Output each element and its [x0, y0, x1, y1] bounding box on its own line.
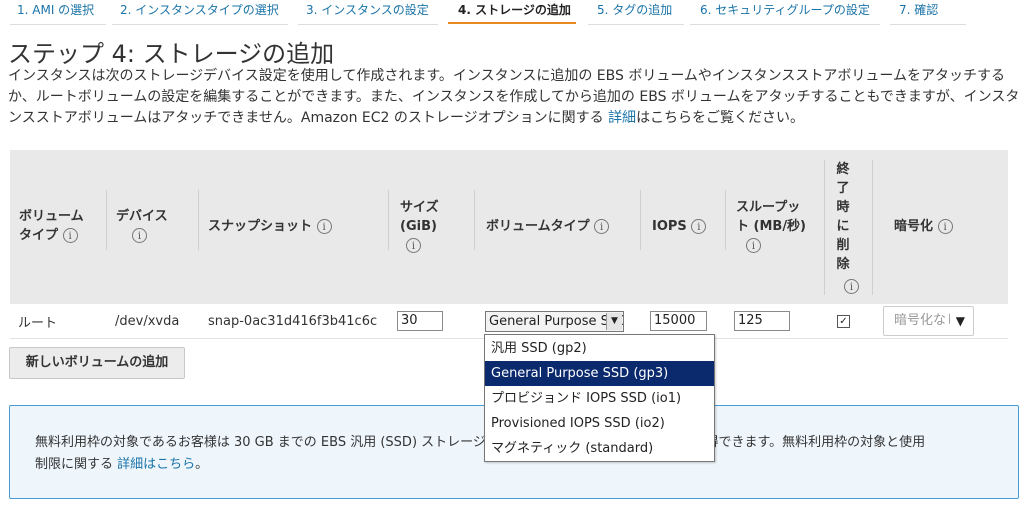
info-text-suffix: 。: [195, 457, 209, 472]
header-volume-kind: ボリュームタイプ i: [486, 217, 610, 236]
encryption-select[interactable]: 暗号化なし ▼: [883, 306, 974, 336]
tab-review[interactable]: 7. 確認: [899, 0, 938, 24]
storage-table-header: ボリューム タイプ i デバイス i スナップショット i サイズ (GiB) …: [10, 150, 1008, 304]
info-icon[interactable]: i: [594, 219, 610, 234]
header-delete-char: に: [836, 219, 850, 234]
header-volume-type-line1: ボリューム: [19, 209, 84, 224]
tab-ami[interactable]: 1. AMI の選択: [17, 0, 94, 24]
header-device: デバイス i: [116, 207, 168, 245]
encryption-select-value: 暗号化なし: [894, 313, 950, 328]
select-arrow-icon[interactable]: ▼: [606, 313, 622, 330]
size-input[interactable]: 30: [397, 311, 443, 331]
header-size: サイズ (GiB) i: [400, 198, 439, 255]
header-snapshot-label: スナップショット: [208, 219, 313, 234]
header-throughput-line1: スループッ: [736, 200, 801, 215]
throughput-input[interactable]: 125: [734, 311, 790, 331]
wizard-tabs: 1. AMI の選択 2. インスタンスタイプの選択 3. インスタンスの設定 …: [0, 0, 1030, 26]
info-icon[interactable]: i: [746, 238, 761, 253]
tab-instance-config[interactable]: 3. インスタンスの設定: [306, 0, 429, 24]
option-gp2[interactable]: 汎用 SSD (gp2): [485, 336, 714, 361]
tab-underline: [890, 24, 966, 25]
header-delete-char: 除: [836, 257, 850, 272]
header-size-line1: サイズ: [400, 200, 439, 215]
description-suffix: はこちらをご覧ください。: [636, 110, 805, 126]
header-throughput-line2: ト (MB/秒): [736, 219, 807, 234]
tab-instance-type[interactable]: 2. インスタンスタイプの選択: [120, 0, 279, 24]
page-title: ステップ 4: ストレージの追加: [8, 40, 335, 68]
tab-storage[interactable]: 4. ストレージの追加: [448, 0, 576, 24]
tab-security-group[interactable]: 6. セキュリティグループの設定: [700, 0, 870, 24]
header-volume-type: ボリューム タイプ i: [19, 207, 84, 245]
details-link[interactable]: 詳細: [608, 110, 636, 126]
option-io1[interactable]: プロビジョンド IOPS SSD (io1): [485, 386, 714, 411]
tab-underline: [10, 24, 106, 25]
learn-more-link[interactable]: 詳細はこちら: [117, 457, 195, 472]
header-delete-char: 終: [836, 162, 850, 177]
info-text-line2: 制限に関する: [35, 457, 118, 472]
info-icon[interactable]: i: [844, 279, 859, 294]
column-divider: [198, 190, 199, 250]
description-text: インスタンスは次のストレージデバイス設定を使用して作成されます。インスタンスに追…: [8, 68, 1020, 126]
info-icon[interactable]: i: [691, 219, 707, 234]
header-delete-char: 削: [836, 238, 850, 253]
header-throughput: スループッ ト (MB/秒) i: [736, 198, 806, 255]
cell-device: /dev/xvda: [115, 314, 180, 329]
option-standard[interactable]: マグネティック (standard): [485, 436, 714, 461]
header-size-line2: (GiB): [400, 219, 437, 234]
column-divider: [640, 190, 641, 250]
info-icon[interactable]: i: [937, 219, 953, 234]
volume-type-select-value: General Purpose SSD (gp3): [489, 314, 623, 329]
iops-input[interactable]: 15000: [650, 311, 707, 331]
info-icon[interactable]: i: [62, 228, 78, 243]
column-divider: [388, 190, 389, 250]
option-io2[interactable]: Provisioned IOPS SSD (io2): [485, 411, 714, 436]
header-iops-label: IOPS: [652, 219, 687, 234]
header-delete-char: 了: [836, 181, 850, 196]
header-snapshot: スナップショット i: [208, 217, 332, 236]
header-volume-kind-label: ボリュームタイプ: [486, 219, 590, 234]
column-divider: [725, 190, 726, 250]
page-description: インスタンスは次のストレージデバイス設定を使用して作成されます。インスタンスに追…: [8, 66, 1026, 129]
info-icon[interactable]: i: [406, 238, 421, 253]
add-volume-button[interactable]: 新しいボリュームの追加: [9, 347, 185, 379]
cell-volume-type: ルート: [18, 316, 58, 331]
info-icon[interactable]: i: [316, 219, 332, 234]
delete-info: i: [844, 276, 859, 295]
tab-underline: [298, 24, 438, 25]
header-delete-on-termination: 終 了 時 に 削 除: [836, 160, 850, 274]
tab-underline: [588, 24, 684, 25]
header-encryption: 暗号化 i: [894, 217, 953, 236]
volume-type-select[interactable]: General Purpose SSD (gp3) ▼: [485, 311, 624, 332]
tab-underline: [112, 24, 288, 25]
column-divider: [106, 190, 107, 250]
info-text-line1: 無料利用枠の対象であるお客様は 30 GB までの EBS 汎用 (SSD) ス…: [35, 435, 926, 450]
header-encryption-label: 暗号化: [894, 219, 934, 234]
header-iops: IOPS i: [652, 217, 707, 236]
column-divider: [824, 160, 825, 295]
option-gp3[interactable]: General Purpose SSD (gp3): [485, 361, 714, 386]
volume-type-dropdown: 汎用 SSD (gp2) General Purpose SSD (gp3) プ…: [484, 334, 715, 462]
tab-tags[interactable]: 5. タグの追加: [597, 0, 672, 24]
tab-underline: [690, 24, 880, 25]
column-divider: [872, 160, 873, 295]
cell-snapshot: snap-0ac31d416f3b41c6c: [208, 314, 378, 329]
header-volume-type-line2: タイプ i: [19, 226, 84, 245]
info-icon[interactable]: i: [132, 228, 147, 243]
delete-on-termination-checkbox[interactable]: ✓: [837, 315, 850, 328]
caret-down-icon: ▼: [955, 314, 965, 328]
header-delete-char: 時: [836, 200, 850, 215]
column-divider: [474, 190, 475, 250]
header-device-label: デバイス: [116, 209, 168, 224]
